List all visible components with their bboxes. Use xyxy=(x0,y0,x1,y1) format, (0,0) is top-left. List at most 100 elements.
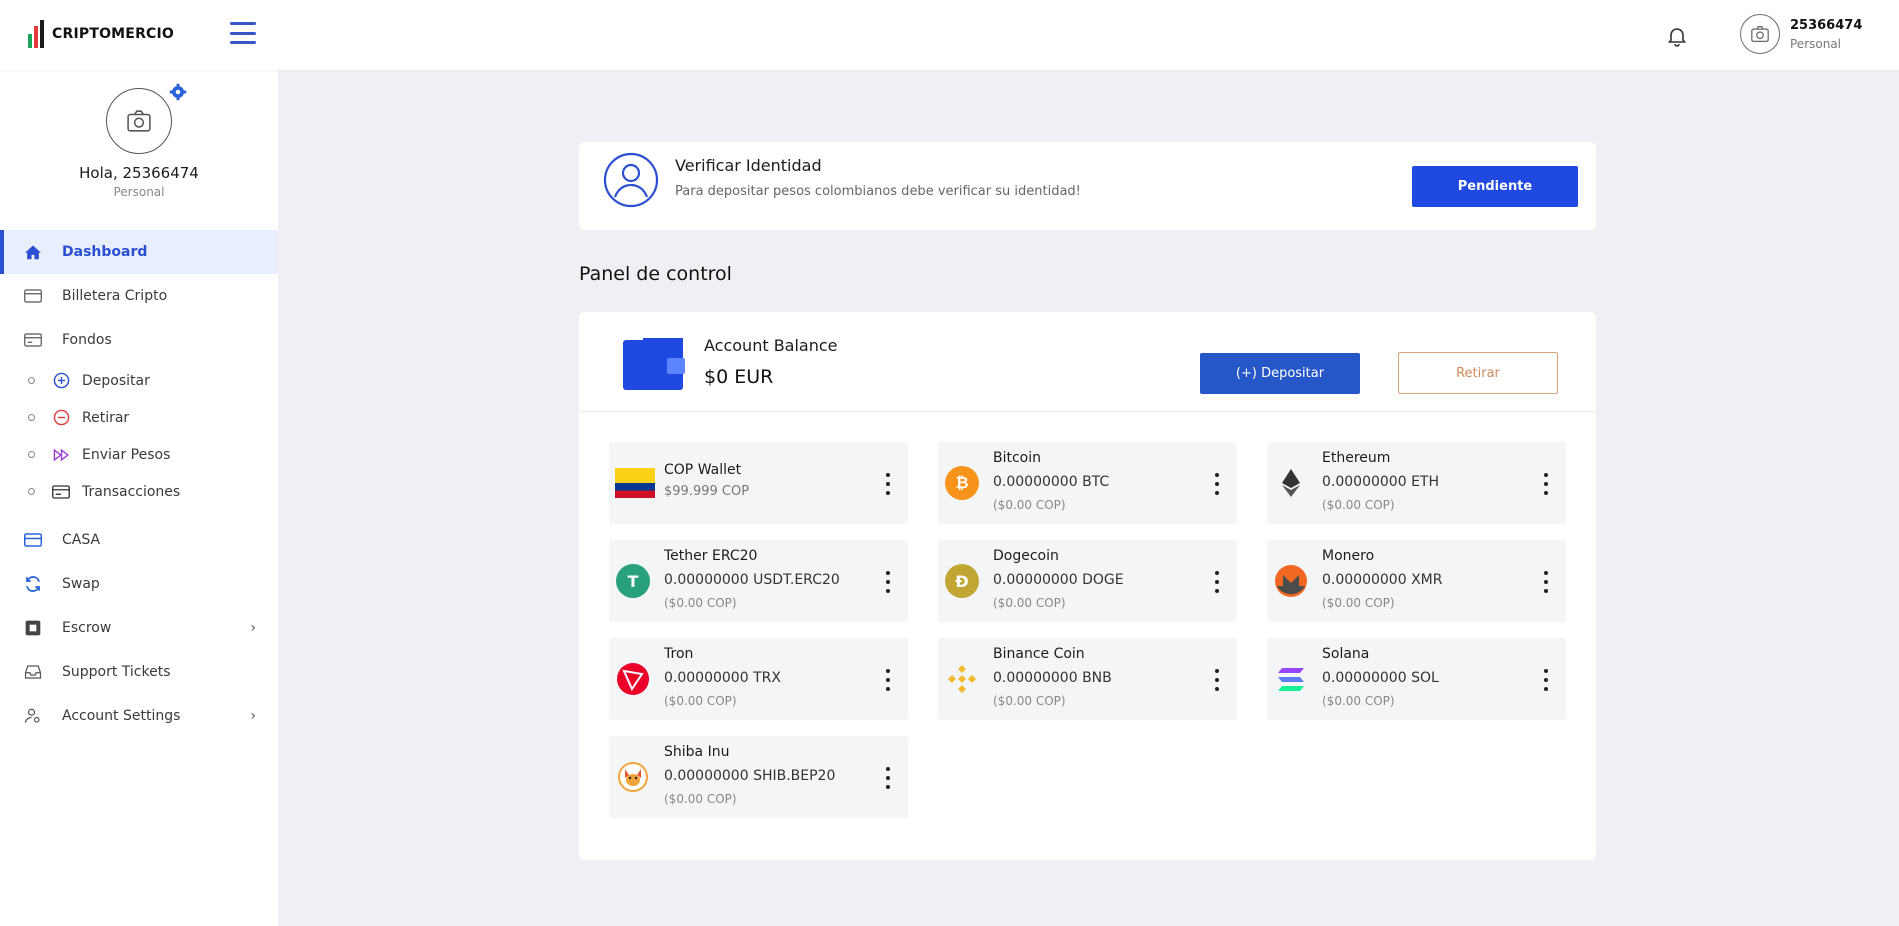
wallet-name: Shiba Inu xyxy=(664,744,730,760)
tether-icon: T xyxy=(616,564,650,598)
card-icon xyxy=(52,483,70,501)
wallet-fiat-value: ($0.00 COP) xyxy=(1322,498,1395,512)
colombia-flag-icon xyxy=(615,468,655,498)
sidebar-item-casa[interactable]: CASA xyxy=(0,518,278,562)
wallet-amount: 0.00000000 ETH xyxy=(1322,474,1439,490)
home-icon xyxy=(24,243,42,261)
funds-icon xyxy=(24,331,42,349)
wallet-item-shiba-inu[interactable]: Shiba Inu 0.00000000 SHIB.BEP20 ($0.00 C… xyxy=(609,736,908,818)
more-options-icon[interactable] xyxy=(886,669,890,691)
sidebar-item-label: Retirar xyxy=(82,409,130,426)
wallet-name: Bitcoin xyxy=(993,450,1042,466)
menu-toggle-icon[interactable] xyxy=(230,22,256,44)
sidebar-item-billetera-cripto[interactable]: Billetera Cripto xyxy=(0,274,278,318)
sidebar-item-escrow[interactable]: Escrow › xyxy=(0,606,278,650)
sidebar-item-fondos[interactable]: Fondos xyxy=(0,318,278,362)
chevron-right-icon: › xyxy=(250,620,256,636)
wallet-fiat-value: ($0.00 COP) xyxy=(993,596,1066,610)
more-options-icon[interactable] xyxy=(886,473,890,495)
camera-icon xyxy=(127,110,151,132)
wallet-amount: 0.00000000 XMR xyxy=(1322,572,1443,588)
more-options-icon[interactable] xyxy=(1215,571,1219,593)
tron-icon xyxy=(617,663,649,695)
wallet-item-monero[interactable]: Monero 0.00000000 XMR ($0.00 COP) xyxy=(1267,540,1566,622)
wallet-fiat-value: ($0.00 COP) xyxy=(993,498,1066,512)
wallet-amount: 0.00000000 USDT.ERC20 xyxy=(664,572,840,588)
deposit-button[interactable]: (+) Depositar xyxy=(1200,353,1360,394)
sidebar-item-label: Enviar Pesos xyxy=(82,446,171,463)
profile-avatar[interactable] xyxy=(106,83,187,154)
wallet-item-tron[interactable]: Tron 0.00000000 TRX ($0.00 COP) xyxy=(609,638,908,720)
bell-icon[interactable] xyxy=(1665,24,1689,48)
sidebar-item-label: Swap xyxy=(62,576,100,592)
sidebar-item-depositar[interactable]: Depositar xyxy=(0,362,278,399)
wallet-item-cop[interactable]: COP Wallet $99.999 COP xyxy=(609,442,908,524)
logo-text: CRIPTOMERCIO xyxy=(52,26,175,42)
profile-type: Personal xyxy=(113,185,165,199)
verify-identity-card: Verificar Identidad Para depositar pesos… xyxy=(579,142,1596,230)
withdraw-button[interactable]: Retirar xyxy=(1398,352,1558,394)
wallet-item-binance-coin[interactable]: Binance Coin 0.00000000 BNB ($0.00 COP) xyxy=(938,638,1237,720)
more-options-icon[interactable] xyxy=(886,571,890,593)
wallet-item-dogecoin[interactable]: Ð Dogecoin 0.00000000 DOGE ($0.00 COP) xyxy=(938,540,1237,622)
sidebar-item-swap[interactable]: Swap xyxy=(0,562,278,606)
sidebar: Hola, 25366474 Personal Dashboard Billet… xyxy=(0,70,278,926)
more-options-icon[interactable] xyxy=(886,767,890,789)
logo[interactable]: CRIPTOMERCIO xyxy=(28,20,174,48)
wallet-name: Ethereum xyxy=(1322,450,1391,466)
wallet-fiat-value: ($0.00 COP) xyxy=(664,596,737,610)
more-options-icon[interactable] xyxy=(1215,669,1219,691)
sidebar-item-transacciones[interactable]: Transacciones xyxy=(0,473,278,510)
sidebar-item-dashboard[interactable]: Dashboard xyxy=(0,230,278,274)
wallet-item-ethereum[interactable]: Ethereum 0.00000000 ETH ($0.00 COP) xyxy=(1267,442,1566,524)
wallet-name: COP Wallet xyxy=(664,462,742,478)
more-options-icon[interactable] xyxy=(1544,669,1548,691)
balance-value: $0 EUR xyxy=(704,366,774,388)
sidebar-item-label: Escrow xyxy=(62,620,112,636)
sidebar-item-account-settings[interactable]: Account Settings › xyxy=(0,694,278,738)
greeting: Hola, 25366474 xyxy=(79,164,199,182)
binance-icon xyxy=(948,665,976,693)
wallet-item-solana[interactable]: Solana 0.00000000 SOL ($0.00 COP) xyxy=(1267,638,1566,720)
minus-circle-icon xyxy=(52,409,70,427)
more-options-icon[interactable] xyxy=(1215,473,1219,495)
wallet-name: Monero xyxy=(1322,548,1375,564)
wallet-name: Binance Coin xyxy=(993,646,1085,662)
wallet-item-tether[interactable]: T Tether ERC20 0.00000000 USDT.ERC20 ($0… xyxy=(609,540,908,622)
inbox-icon xyxy=(24,663,42,681)
wallet-amount: $99.999 COP xyxy=(664,484,750,499)
user-circle-icon xyxy=(603,152,659,208)
wallet-fiat-value: ($0.00 COP) xyxy=(664,694,737,708)
more-options-icon[interactable] xyxy=(1544,571,1548,593)
sidebar-item-label: Support Tickets xyxy=(62,664,171,680)
more-options-icon[interactable] xyxy=(1544,473,1548,495)
pending-button[interactable]: Pendiente xyxy=(1412,166,1578,207)
wallet-amount: 0.00000000 SOL xyxy=(1322,670,1439,686)
ethereum-icon xyxy=(1282,469,1300,497)
wallet-fiat-value: ($0.00 COP) xyxy=(993,694,1066,708)
sidebar-item-label: Dashboard xyxy=(62,244,148,260)
bullet-dot xyxy=(28,451,35,458)
bitcoin-icon: ₿ xyxy=(945,466,979,500)
wallet-icon xyxy=(623,338,685,390)
sidebar-item-label: Depositar xyxy=(82,372,150,389)
wallet-name: Dogecoin xyxy=(993,548,1059,564)
chevron-right-icon: › xyxy=(250,708,256,724)
wallet-item-bitcoin[interactable]: ₿ Bitcoin 0.00000000 BTC ($0.00 COP) xyxy=(938,442,1237,524)
user-menu[interactable]: 25366474 Personal xyxy=(1740,14,1862,54)
gear-icon[interactable] xyxy=(169,83,187,101)
sidebar-item-enviar-pesos[interactable]: Enviar Pesos xyxy=(0,436,278,473)
shiba-inu-icon xyxy=(618,762,648,792)
wallet-grid: COP Wallet $99.999 COP ₿ Bitcoin 0.00000… xyxy=(609,442,1569,818)
sidebar-item-support-tickets[interactable]: Support Tickets xyxy=(0,650,278,694)
wallet-fiat-value: ($0.00 COP) xyxy=(664,792,737,806)
camera-icon xyxy=(1751,26,1769,42)
top-header: CRIPTOMERCIO 25366474 Personal xyxy=(0,0,1899,70)
user-type: Personal xyxy=(1790,36,1842,51)
user-name: 25366474 xyxy=(1790,17,1863,33)
wallet-amount: 0.00000000 BNB xyxy=(993,670,1112,686)
wallet-fiat-value: ($0.00 COP) xyxy=(1322,694,1395,708)
wallet-amount: 0.00000000 DOGE xyxy=(993,572,1124,588)
sidebar-item-retirar[interactable]: Retirar xyxy=(0,399,278,436)
solana-icon xyxy=(1278,668,1304,691)
